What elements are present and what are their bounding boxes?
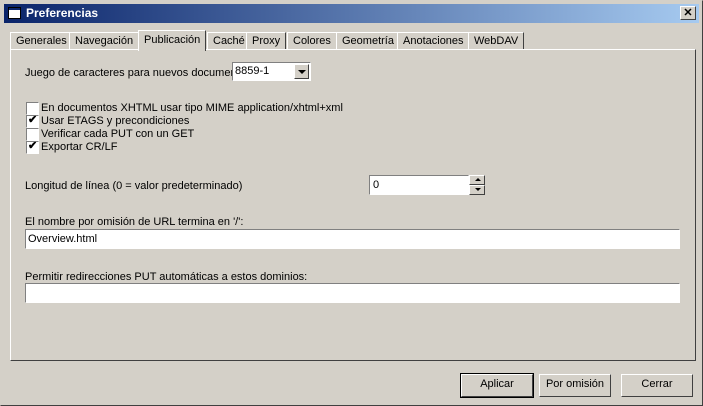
chevron-down-icon[interactable] bbox=[294, 64, 309, 79]
checkbox-box[interactable]: ✔ bbox=[26, 114, 39, 128]
preferences-window: Preferencias ✕ Generales Navegación Publ… bbox=[0, 0, 703, 406]
put-redirects-field[interactable] bbox=[25, 283, 680, 303]
default-url-input[interactable] bbox=[27, 231, 677, 247]
charset-select[interactable]: 8859-1 bbox=[232, 62, 311, 81]
default-url-field[interactable] bbox=[25, 229, 680, 249]
default-button[interactable]: Por omisión bbox=[539, 374, 611, 397]
checkbox-label: Verificar cada PUT con un GET bbox=[41, 128, 195, 140]
spin-arrows bbox=[469, 175, 485, 195]
put-redirects-label: Permitir redirecciones PUT automáticas a… bbox=[25, 271, 308, 283]
tab-publicacion[interactable]: Publicación bbox=[138, 30, 207, 51]
charset-label: Juego de caracteres para nuevos document… bbox=[25, 67, 255, 79]
publicacion-panel bbox=[10, 49, 696, 361]
tab-anotaciones[interactable]: Anotaciones bbox=[397, 32, 470, 50]
line-length-spinbox[interactable]: 0 bbox=[369, 175, 485, 195]
tab-navegacion[interactable]: Navegación bbox=[69, 32, 140, 50]
line-length-label: Longitud de línea (0 = valor predetermin… bbox=[25, 180, 243, 192]
tab-geometria[interactable]: Geometría bbox=[336, 32, 400, 50]
window-title: Preferencias bbox=[26, 6, 99, 20]
put-redirects-input[interactable] bbox=[27, 285, 677, 301]
checkbox-label: Exportar CR/LF bbox=[41, 141, 118, 153]
tab-generales[interactable]: Generales bbox=[10, 32, 73, 50]
checkmark-icon: ✔ bbox=[28, 140, 38, 152]
line-length-input[interactable]: 0 bbox=[369, 175, 469, 195]
line-length-value: 0 bbox=[373, 179, 380, 191]
close-button[interactable]: Cerrar bbox=[621, 374, 693, 397]
checkbox-box[interactable]: ✔ bbox=[26, 140, 39, 154]
window-icon bbox=[8, 7, 21, 19]
default-url-label: El nombre por omisión de URL termina en … bbox=[25, 216, 244, 228]
tab-proxy[interactable]: Proxy bbox=[246, 32, 287, 50]
close-window-button[interactable]: ✕ bbox=[680, 6, 696, 20]
checkbox-label: En documentos XHTML usar tipo MIME appli… bbox=[41, 102, 343, 114]
tab-webdav[interactable]: WebDAV bbox=[468, 32, 525, 50]
tab-colores[interactable]: Colores bbox=[287, 32, 337, 50]
checkbox-label: Usar ETAGS y precondiciones bbox=[41, 115, 190, 127]
spin-up-icon[interactable] bbox=[469, 175, 485, 185]
spin-down-icon[interactable] bbox=[469, 185, 485, 195]
title-bar[interactable]: Preferencias ✕ bbox=[4, 4, 699, 23]
checkmark-icon: ✔ bbox=[28, 114, 38, 126]
charset-value: 8859-1 bbox=[235, 65, 270, 77]
apply-button[interactable]: Aplicar bbox=[460, 373, 534, 398]
tab-cache[interactable]: Caché bbox=[207, 32, 251, 50]
